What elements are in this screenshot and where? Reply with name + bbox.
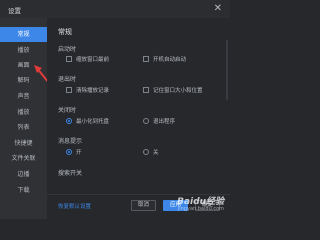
title-bar: 设置 ✕ [0, 0, 230, 18]
option-label: 退出程序 [153, 119, 176, 125]
sidebar-item-download[interactable]: 下载 [0, 183, 47, 198]
settings-content: 常规 启动时 缩放窗口最前 开机自动启动 退出时 清除播放记录 记住窗口大小和位… [47, 18, 230, 219]
startup-option-1[interactable]: 缩放窗口最前 [66, 55, 109, 63]
exit-option-2[interactable]: 记住窗口大小和位置 [143, 86, 203, 94]
sidebar-item-sound[interactable]: 声音 [0, 89, 47, 104]
option-label: 记住窗口大小和位置 [153, 88, 203, 94]
close-icon[interactable]: ✕ [214, 3, 222, 15]
scrollbar[interactable] [226, 40, 228, 100]
option-label: 最小化到托盘 [76, 119, 110, 125]
notice-label: 消息提示 [58, 138, 83, 145]
sidebar-item-list[interactable]: 列表 [0, 120, 47, 135]
close-option-2[interactable]: 退出程序 [143, 117, 175, 125]
close-label: 关闭时 [58, 107, 77, 114]
search-label: 搜索开关 [58, 170, 83, 177]
startup-option-2[interactable]: 开机自动启动 [143, 55, 186, 63]
checkbox[interactable] [66, 56, 72, 62]
cancel-button[interactable]: 取消 [131, 200, 156, 211]
notice-option-off[interactable]: 关 [143, 148, 159, 156]
settings-sidebar: 常规 播放 画面 解码 声音 播放 列表 快捷键 文件关联 边播 下载 [0, 18, 54, 219]
checkbox[interactable] [143, 56, 149, 62]
radio-button[interactable] [143, 118, 149, 124]
startup-label: 启动时 [58, 46, 77, 53]
radio-button[interactable] [143, 149, 149, 155]
sidebar-item-general[interactable]: 常规 [0, 27, 47, 42]
window-title: 设置 [8, 7, 21, 15]
section-title: 常规 [58, 28, 72, 36]
sidebar-item-playback[interactable]: 播放 [0, 43, 47, 58]
sidebar-item-file-assoc[interactable]: 文件关联 [0, 151, 47, 166]
exit-option-1[interactable]: 清除播放记录 [66, 86, 109, 94]
reset-defaults-link[interactable]: 恢复默认设置 [58, 202, 91, 210]
watermark: Baidu经验 jingyan.baidu.com [177, 197, 224, 213]
watermark-brand: Baidu经验 [177, 197, 224, 207]
sidebar-item-play2[interactable]: 播放 [0, 105, 47, 120]
exit-label: 退出时 [58, 76, 77, 83]
radio-button[interactable] [66, 118, 72, 124]
sidebar-item-stream[interactable]: 边播 [0, 167, 47, 182]
option-label: 缩放窗口最前 [76, 57, 110, 63]
watermark-url: jingyan.baidu.com [177, 206, 224, 212]
option-label: 清除播放记录 [76, 88, 110, 94]
option-label: 关 [153, 150, 159, 156]
option-label: 开 [76, 150, 82, 156]
option-label: 开机自动启动 [153, 57, 187, 63]
checkbox[interactable] [66, 87, 72, 93]
sidebar-item-shortcuts[interactable]: 快捷键 [0, 136, 47, 151]
close-option-1[interactable]: 最小化到托盘 [66, 117, 109, 125]
radio-button[interactable] [66, 149, 72, 155]
checkbox[interactable] [143, 87, 149, 93]
notice-option-on[interactable]: 开 [66, 148, 82, 156]
